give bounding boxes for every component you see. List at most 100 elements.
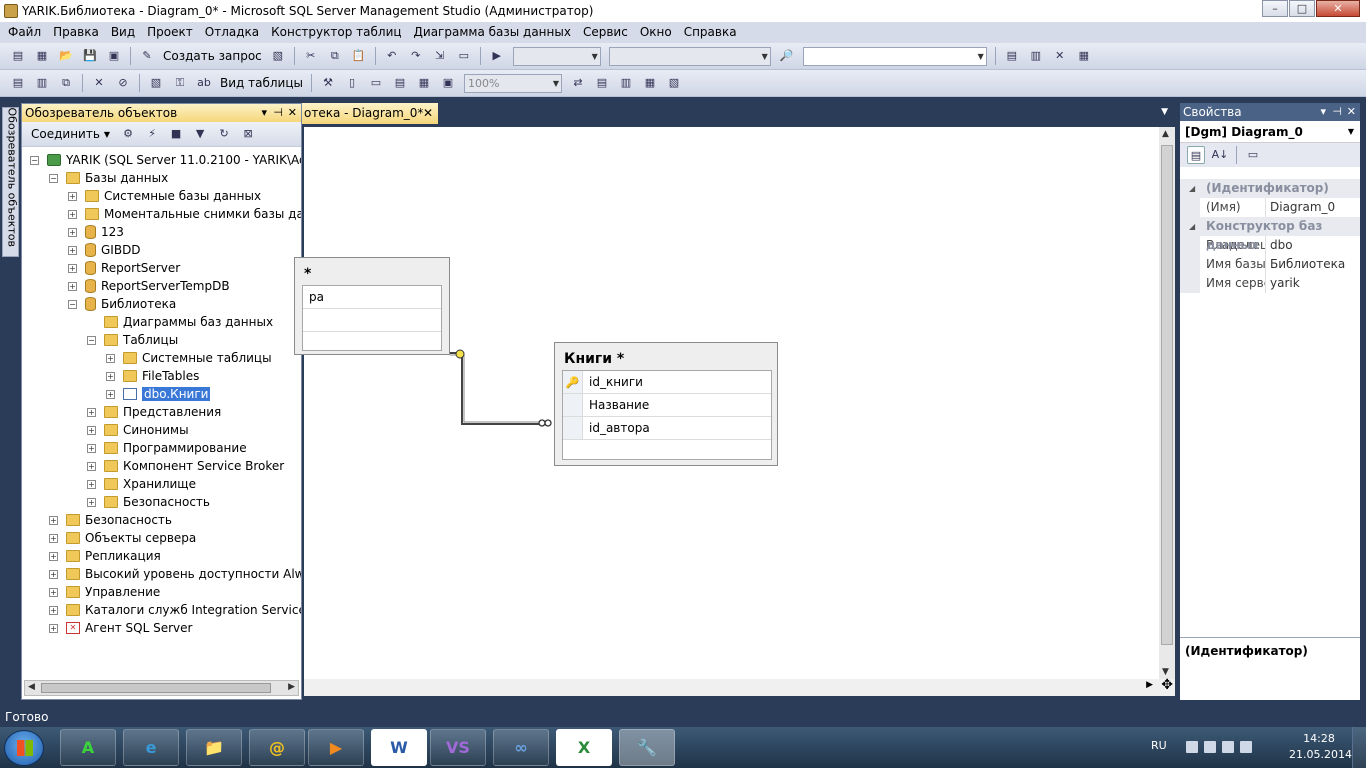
collapse-icon[interactable]: − — [68, 299, 77, 309]
show-relationship-labels-icon[interactable]: ⇄ — [569, 74, 587, 92]
expand-icon[interactable]: + — [68, 263, 77, 273]
taskbar-media[interactable]: ▶ — [308, 729, 364, 766]
column-names-icon[interactable]: ▥ — [617, 74, 635, 92]
expand-icon[interactable]: + — [49, 551, 58, 561]
navigate-icon[interactable]: ⇲ — [431, 47, 449, 65]
set-primary-key-icon[interactable]: ⚿ — [171, 74, 189, 92]
new-text-annotation-icon[interactable]: ab — [195, 74, 213, 92]
disconnect-icon[interactable]: ⚡ — [143, 125, 161, 143]
tree-node[interactable]: + Программирование — [87, 439, 247, 457]
add-item-icon[interactable]: ▦ — [33, 47, 51, 65]
property-value[interactable]: Библиотека — [1266, 255, 1345, 274]
expand-icon[interactable]: + — [87, 407, 96, 417]
scroll-left-arrow-icon[interactable]: ◀ — [28, 682, 35, 692]
scroll-right-arrow-icon[interactable]: ▶ — [288, 682, 295, 692]
undo-icon[interactable]: ↶ — [383, 47, 401, 65]
tree-node[interactable]: + FileTables — [106, 367, 199, 385]
expand-icon[interactable]: + — [68, 227, 77, 237]
vertical-scroll-thumb[interactable] — [1161, 145, 1173, 645]
copy-icon[interactable]: ⧉ — [326, 47, 344, 65]
row-selector[interactable] — [563, 394, 583, 416]
row-selector[interactable]: 🔑 — [563, 371, 583, 393]
expand-icon[interactable]: + — [87, 479, 96, 489]
menu-window[interactable]: Окно — [634, 22, 678, 43]
scrollbar-thumb[interactable] — [41, 683, 271, 693]
template-explorer-icon[interactable]: ✕ — [1051, 47, 1069, 65]
expand-icon[interactable]: + — [49, 605, 58, 615]
table-row[interactable]: id_автора — [563, 417, 771, 440]
delete-table-icon[interactable]: ✕ — [90, 74, 108, 92]
table-row[interactable] — [303, 309, 441, 332]
expand-icon[interactable]: + — [106, 371, 115, 381]
tree-node[interactable]: +123 — [68, 223, 124, 241]
property-pages-icon[interactable]: ▭ — [1244, 146, 1262, 164]
row-selector[interactable] — [563, 417, 583, 439]
tree-node[interactable]: + Управление — [49, 583, 160, 601]
zoom-combo[interactable]: 100% ▼ — [464, 73, 562, 93]
tree-node[interactable]: + Объекты сервера — [49, 529, 196, 547]
volume-icon[interactable] — [1240, 741, 1252, 753]
tree-node[interactable]: + Безопасность — [87, 493, 210, 511]
tree-node[interactable]: + Высокий уровень доступности AlwaysC — [49, 565, 301, 583]
find-in-files-icon[interactable]: 🔎 — [778, 47, 796, 65]
close-tab-icon[interactable]: ✕ — [423, 103, 433, 124]
new-query-button[interactable]: Создать запрос — [163, 49, 262, 63]
diagram-canvas[interactable]: * ра Книги * 🔑 id_книги Название id_авто… — [294, 127, 1159, 679]
property-category[interactable]: ◢ (Идентификатор) — [1180, 179, 1360, 198]
table-row[interactable]: Название — [563, 394, 771, 417]
taskbar-app-infinity[interactable]: ∞ — [493, 729, 549, 766]
tree-node[interactable]: − YARIK (SQL Server 11.0.2100 - YARIK\Adm… — [30, 151, 301, 169]
tab-list-dropdown-icon[interactable]: ▼ — [1161, 107, 1168, 117]
menu-table-designer[interactable]: Конструктор таблиц — [265, 22, 407, 43]
flag-icon[interactable] — [1204, 741, 1216, 753]
tree-node[interactable]: + ReportServer — [68, 259, 180, 277]
table-row[interactable]: ра — [303, 286, 441, 309]
expand-icon[interactable]: + — [68, 245, 77, 255]
relationships-icon[interactable]: ⚒ — [319, 74, 337, 92]
pane-dropdown-icon[interactable]: ▾ — [261, 104, 267, 122]
connect-dropdown[interactable]: Соединить — [31, 127, 100, 141]
menu-project[interactable]: Проект — [141, 22, 199, 43]
show-desktop-button[interactable] — [1352, 727, 1366, 768]
pan-move-icon[interactable]: ✥ — [1161, 677, 1173, 693]
table-names-icon[interactable]: ▤ — [593, 74, 611, 92]
categorized-icon[interactable]: ▤ — [1187, 146, 1205, 164]
tree-node[interactable]: Диаграммы баз данных — [87, 313, 273, 331]
table-authors[interactable]: * ра — [294, 257, 450, 355]
activity-monitor-icon[interactable]: ⊠ — [239, 125, 257, 143]
minimize-button[interactable]: – — [1262, 0, 1288, 17]
tree-node[interactable]: + Компонент Service Broker — [87, 457, 284, 475]
connect-chevron-down-icon[interactable]: ▼ — [104, 130, 110, 139]
show-hidden-icons-icon[interactable] — [1186, 741, 1198, 753]
expand-icon[interactable]: + — [87, 443, 96, 453]
canvas-bottom-scrollbar[interactable]: ▶ ✥ — [304, 677, 1175, 696]
tree-node[interactable]: + Каталоги служб Integration Services — [49, 601, 301, 619]
pin-icon[interactable]: ⊣ — [273, 104, 283, 122]
recalculate-page-icon[interactable]: ▣ — [439, 74, 457, 92]
expand-icon[interactable]: + — [68, 209, 77, 219]
db-engine-query-icon[interactable]: ▧ — [269, 47, 287, 65]
property-category[interactable]: ◢ Конструктор баз данных — [1180, 217, 1360, 252]
close-pane-icon[interactable]: ✕ — [1347, 103, 1356, 121]
menu-view[interactable]: Вид — [105, 22, 141, 43]
keys-icon[interactable]: ▦ — [641, 74, 659, 92]
tree-node[interactable]: + Хранилище — [87, 475, 196, 493]
expand-icon[interactable]: + — [49, 587, 58, 597]
filter-icon[interactable]: ▼ — [191, 125, 209, 143]
collapse-triangle-icon[interactable]: ◢ — [1189, 179, 1195, 198]
new-query-icon[interactable]: ✎ — [138, 47, 156, 65]
start-debug-icon[interactable]: ▶ — [488, 47, 506, 65]
expand-icon[interactable]: + — [87, 497, 96, 507]
tree-node[interactable]: + Синонимы — [87, 421, 189, 439]
menu-file[interactable]: Файл — [2, 22, 47, 43]
save-icon[interactable]: 💾 — [81, 47, 99, 65]
vertical-scrollbar[interactable]: ▲ ▼ — [1159, 127, 1175, 679]
open-file-icon[interactable]: 📂 — [57, 47, 75, 65]
tree-node[interactable]: + Моментальные снимки базы данны — [68, 205, 301, 223]
scroll-down-arrow-icon[interactable]: ▼ — [1162, 667, 1169, 677]
tree-node[interactable]: + GIBDD — [68, 241, 141, 259]
registered-servers-icon[interactable]: ▤ — [1003, 47, 1021, 65]
cut-icon[interactable]: ✂ — [302, 47, 320, 65]
tree-node[interactable]: + ✕ Агент SQL Server — [49, 619, 192, 637]
paste-icon[interactable]: 📋 — [350, 47, 368, 65]
